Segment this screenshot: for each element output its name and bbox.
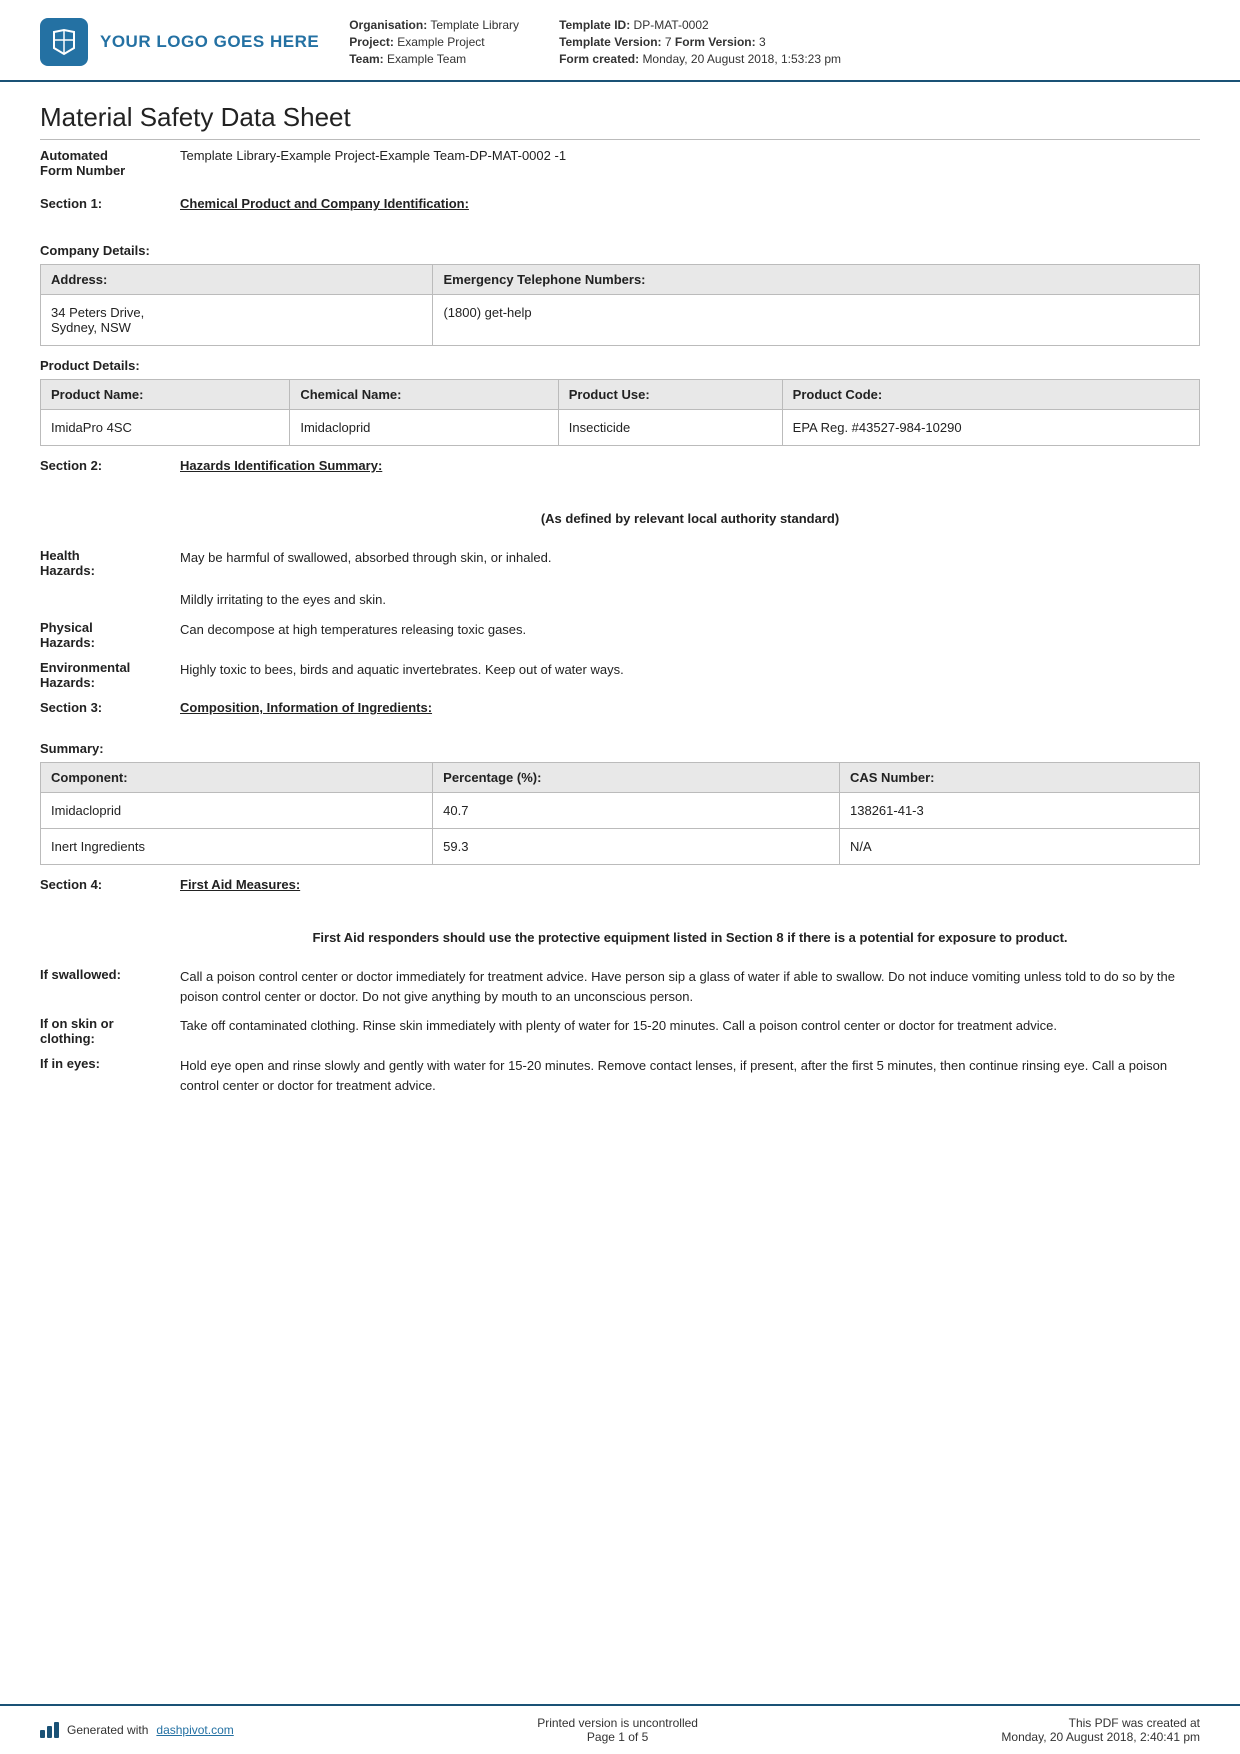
company-address: 34 Peters Drive,Sydney, NSW [41, 295, 433, 346]
footer-left: Generated with dashpivot.com [40, 1722, 234, 1738]
footer-dashpivot-link[interactable]: dashpivot.com [156, 1723, 233, 1737]
product-header-code: Product Code: [782, 380, 1199, 410]
section3-header: Section 3: Composition, Information of I… [40, 700, 1200, 715]
template-id-line: Template ID: DP-MAT-0002 [559, 18, 841, 32]
footer-printed-label: Printed version is uncontrolled [537, 1716, 698, 1730]
section2-header: Section 2: Hazards Identification Summar… [40, 458, 1200, 473]
section2-note: (As defined by relevant local authority … [40, 511, 1200, 526]
section1-title: Chemical Product and Company Identificat… [180, 196, 469, 211]
form-number-value: Template Library-Example Project-Example… [180, 148, 566, 178]
document-title: Material Safety Data Sheet [40, 102, 1200, 140]
page-header: YOUR LOGO GOES HERE Organisation: Templa… [0, 0, 1240, 82]
header-meta-right: Template ID: DP-MAT-0002 Template Versio… [559, 18, 841, 66]
logo-icon [40, 18, 88, 66]
ingredient-header-cas: CAS Number: [840, 763, 1200, 793]
footer-page-label: Page 1 of 5 [537, 1730, 698, 1744]
product-header-use: Product Use: [558, 380, 782, 410]
ingredient-1-cas: 138261-41-3 [840, 793, 1200, 829]
form-created-line: Form created: Monday, 20 August 2018, 1:… [559, 52, 841, 66]
header-meta-left: Organisation: Template Library Project: … [349, 18, 519, 66]
environmental-value: Highly toxic to bees, birds and aquatic … [180, 660, 1200, 690]
ingredient-header-percentage: Percentage (%): [433, 763, 840, 793]
health-value: May be harmful of swallowed, absorbed th… [180, 548, 1200, 610]
section4-note: First Aid responders should use the prot… [40, 930, 1200, 945]
physical-label: PhysicalHazards: [40, 620, 180, 650]
form-number-label: AutomatedForm Number [40, 148, 180, 178]
ingredient-2-percentage: 59.3 [433, 829, 840, 865]
footer-logo-icon [40, 1722, 59, 1738]
section2-num: Section 2: [40, 458, 180, 473]
skin-label: If on skin orclothing: [40, 1016, 180, 1046]
eyes-label: If in eyes: [40, 1056, 180, 1095]
section4-header: Section 4: First Aid Measures: [40, 877, 1200, 892]
environmental-hazards-row: EnvironmentalHazards: Highly toxic to be… [40, 660, 1200, 690]
team-line: Team: Example Team [349, 52, 519, 66]
footer-right: This PDF was created at Monday, 20 Augus… [1001, 1716, 1200, 1744]
ingredient-header-component: Component: [41, 763, 433, 793]
footer-pdf-label: This PDF was created at [1001, 1716, 1200, 1730]
section4-num: Section 4: [40, 877, 180, 892]
footer-bar-2 [47, 1726, 52, 1738]
logo-area: YOUR LOGO GOES HERE [40, 18, 319, 66]
health-hazards-row: HealthHazards: May be harmful of swallow… [40, 548, 1200, 610]
company-header-address: Address: [41, 265, 433, 295]
template-version-line: Template Version: 7 Form Version: 3 [559, 35, 841, 49]
ingredient-1-percentage: 40.7 [433, 793, 840, 829]
product-code: EPA Reg. #43527-984-10290 [782, 410, 1199, 446]
health-label: HealthHazards: [40, 548, 180, 610]
section2-title: Hazards Identification Summary: [180, 458, 382, 473]
section3-title: Composition, Information of Ingredients: [180, 700, 432, 715]
ingredient-row-2: Inert Ingredients 59.3 N/A [41, 829, 1200, 865]
ingredient-2-cas: N/A [840, 829, 1200, 865]
eyes-value: Hold eye open and rinse slowly and gentl… [180, 1056, 1200, 1095]
footer-center: Printed version is uncontrolled Page 1 o… [537, 1716, 698, 1744]
summary-label: Summary: [40, 741, 1200, 756]
chemical-name: Imidacloprid [290, 410, 558, 446]
company-details-label: Company Details: [40, 243, 1200, 258]
form-number-row: AutomatedForm Number Template Library-Ex… [40, 148, 1200, 178]
section4-title: First Aid Measures: [180, 877, 300, 892]
project-line: Project: Example Project [349, 35, 519, 49]
product-table: Product Name: Chemical Name: Product Use… [40, 379, 1200, 446]
footer-pdf-value: Monday, 20 August 2018, 2:40:41 pm [1001, 1730, 1200, 1744]
ingredient-1-component: Imidacloprid [41, 793, 433, 829]
product-name: ImidaPro 4SC [41, 410, 290, 446]
swallowed-label: If swallowed: [40, 967, 180, 1006]
logo-text: YOUR LOGO GOES HERE [100, 31, 319, 53]
environmental-label: EnvironmentalHazards: [40, 660, 180, 690]
footer-generated-label: Generated with [67, 1723, 148, 1737]
skin-row: If on skin orclothing: Take off contamin… [40, 1016, 1200, 1046]
eyes-row: If in eyes: Hold eye open and rinse slow… [40, 1056, 1200, 1095]
company-row: 34 Peters Drive,Sydney, NSW (1800) get-h… [41, 295, 1200, 346]
main-content: Material Safety Data Sheet AutomatedForm… [0, 82, 1240, 1704]
header-meta: Organisation: Template Library Project: … [349, 18, 1200, 66]
company-phone: (1800) get-help [433, 295, 1200, 346]
section1-header: Section 1: Chemical Product and Company … [40, 196, 1200, 211]
product-header-name: Product Name: [41, 380, 290, 410]
swallowed-value: Call a poison control center or doctor i… [180, 967, 1200, 1006]
footer-bar-3 [54, 1722, 59, 1738]
section3-num: Section 3: [40, 700, 180, 715]
ingredient-2-component: Inert Ingredients [41, 829, 433, 865]
org-line: Organisation: Template Library [349, 18, 519, 32]
product-header-chemical: Chemical Name: [290, 380, 558, 410]
ingredient-row-1: Imidacloprid 40.7 138261-41-3 [41, 793, 1200, 829]
page-footer: Generated with dashpivot.com Printed ver… [0, 1704, 1240, 1754]
swallowed-row: If swallowed: Call a poison control cent… [40, 967, 1200, 1006]
physical-value: Can decompose at high temperatures relea… [180, 620, 1200, 650]
physical-hazards-row: PhysicalHazards: Can decompose at high t… [40, 620, 1200, 650]
product-row: ImidaPro 4SC Imidacloprid Insecticide EP… [41, 410, 1200, 446]
ingredients-table: Component: Percentage (%): CAS Number: I… [40, 762, 1200, 865]
company-header-phone: Emergency Telephone Numbers: [433, 265, 1200, 295]
footer-bar-1 [40, 1730, 45, 1738]
section1-num: Section 1: [40, 196, 180, 211]
skin-value: Take off contaminated clothing. Rinse sk… [180, 1016, 1200, 1046]
product-use: Insecticide [558, 410, 782, 446]
product-details-label: Product Details: [40, 358, 1200, 373]
company-table: Address: Emergency Telephone Numbers: 34… [40, 264, 1200, 346]
